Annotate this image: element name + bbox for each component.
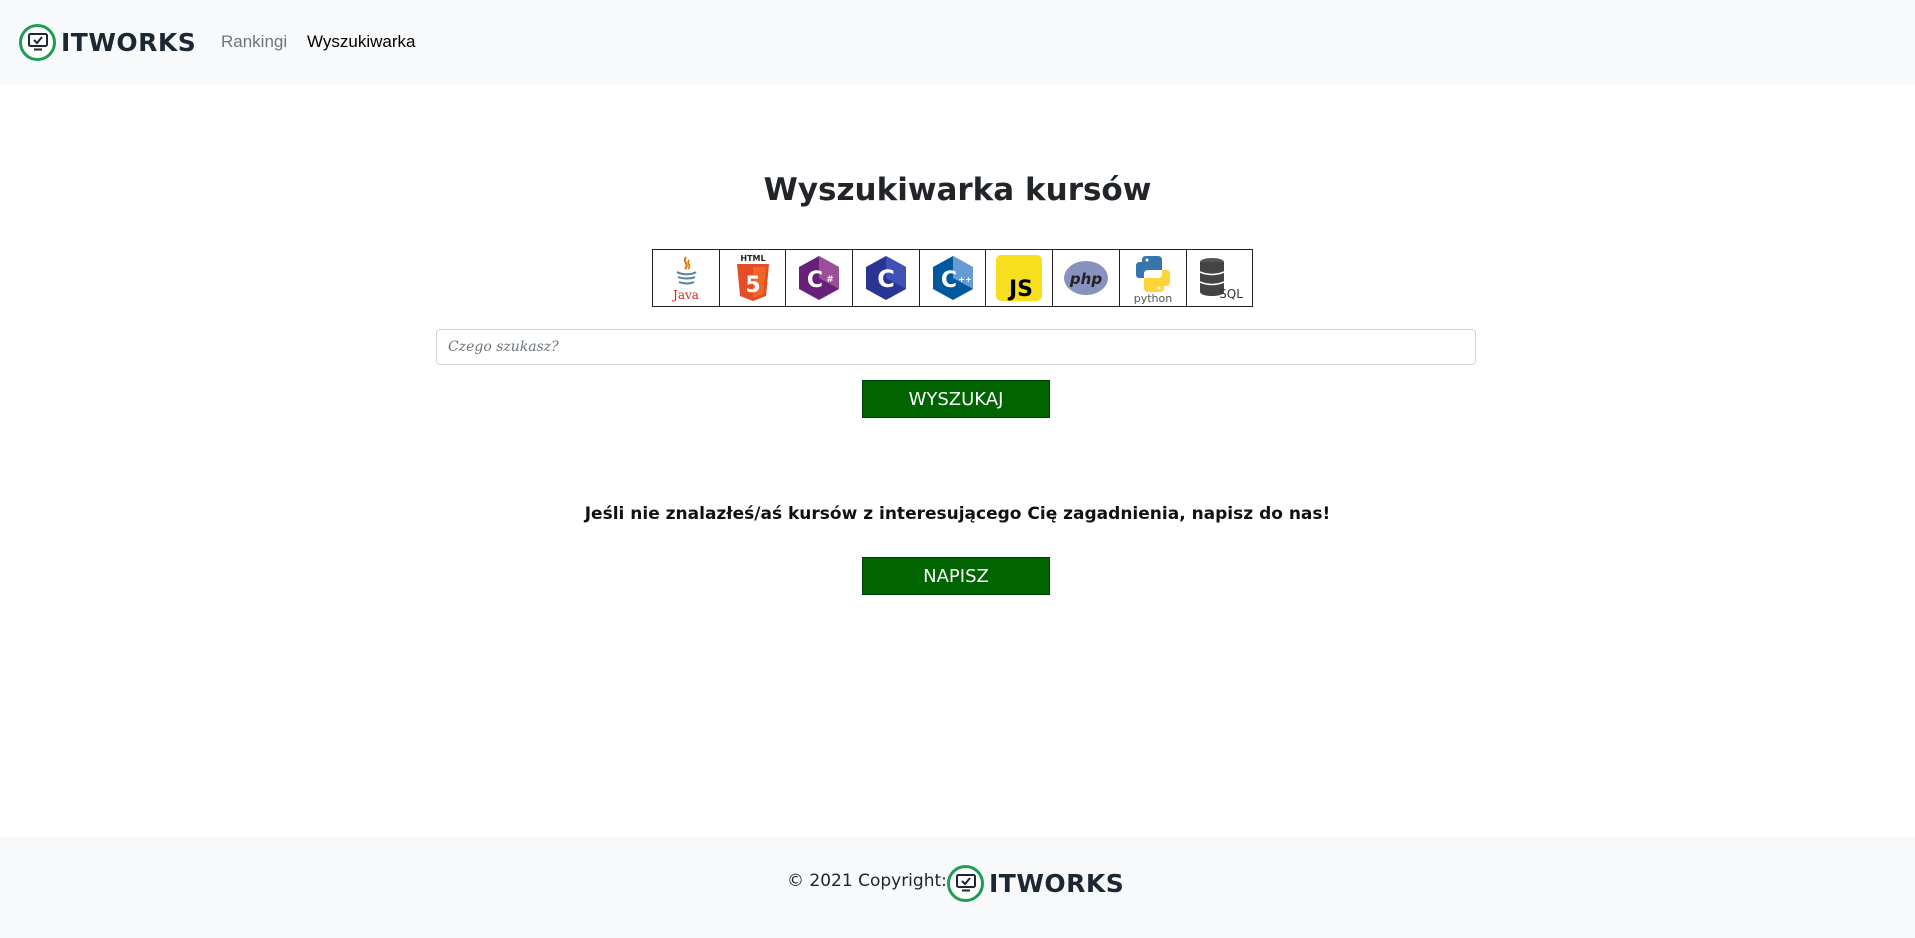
svg-text:HTML: HTML bbox=[740, 254, 765, 263]
java-icon: Java bbox=[671, 256, 699, 302]
monitor-icon bbox=[947, 864, 984, 902]
cpp-icon: C ++ bbox=[932, 256, 973, 300]
svg-text:python: python bbox=[1133, 292, 1172, 304]
search-input[interactable] bbox=[436, 329, 1476, 365]
c-icon: C bbox=[865, 256, 906, 300]
nav-link-wyszukiwarka[interactable]: Wyszukiwarka bbox=[307, 32, 415, 52]
php-icon: php bbox=[1063, 261, 1108, 295]
language-button-cpp[interactable]: C ++ bbox=[918, 249, 987, 307]
write-to-us-button[interactable]: NAPISZ bbox=[862, 557, 1050, 595]
html5-icon: HTML 5 bbox=[736, 254, 769, 301]
svg-text:Java: Java bbox=[671, 288, 699, 302]
language-button-php[interactable]: php bbox=[1052, 249, 1120, 307]
svg-text:JS: JS bbox=[1007, 277, 1033, 302]
info-text: Jeśli nie znalazłeś/aś kursów z interesu… bbox=[584, 504, 1331, 524]
svg-text:#: # bbox=[826, 275, 834, 285]
footer-brand-logo[interactable]: ITWORKS bbox=[947, 864, 1124, 902]
python-icon: python bbox=[1133, 256, 1172, 304]
svg-text:C: C bbox=[877, 265, 895, 293]
language-button-csharp[interactable]: C # bbox=[785, 249, 854, 307]
language-filter-row: Java HTML 5 C # C C ++ JS php python SQL bbox=[652, 249, 1261, 307]
csharp-icon: C # bbox=[799, 256, 840, 300]
page-title: Wyszukiwarka kursów bbox=[763, 172, 1152, 208]
language-button-java[interactable]: Java bbox=[652, 249, 720, 307]
copyright-text: © 2021 Copyright: bbox=[787, 871, 947, 891]
language-button-sql[interactable]: SQL bbox=[1185, 249, 1254, 307]
svg-text:5: 5 bbox=[745, 273, 760, 298]
svg-text:C: C bbox=[941, 268, 957, 293]
svg-text:php: php bbox=[1069, 270, 1102, 288]
brand-name: ITWORKS bbox=[61, 27, 197, 57]
javascript-icon: JS bbox=[996, 255, 1043, 302]
footer-brand-name: ITWORKS bbox=[989, 868, 1125, 898]
monitor-icon bbox=[19, 23, 56, 61]
language-button-html5[interactable]: HTML 5 bbox=[718, 249, 787, 307]
navbar: ITWORKS Rankingi Wyszukiwarka bbox=[0, 0, 1915, 85]
language-button-python[interactable]: python bbox=[1118, 249, 1187, 307]
svg-text:SQL: SQL bbox=[1219, 287, 1243, 301]
search-button[interactable]: WYSZUKAJ bbox=[862, 380, 1050, 418]
language-button-c[interactable]: C bbox=[852, 249, 920, 307]
brand-logo[interactable]: ITWORKS bbox=[19, 23, 196, 61]
language-button-javascript[interactable]: JS bbox=[985, 249, 1054, 307]
svg-text:++: ++ bbox=[958, 275, 971, 284]
nav-link-rankingi[interactable]: Rankingi bbox=[221, 32, 287, 52]
svg-text:C: C bbox=[807, 268, 823, 293]
sql-icon: SQL bbox=[1200, 258, 1244, 301]
